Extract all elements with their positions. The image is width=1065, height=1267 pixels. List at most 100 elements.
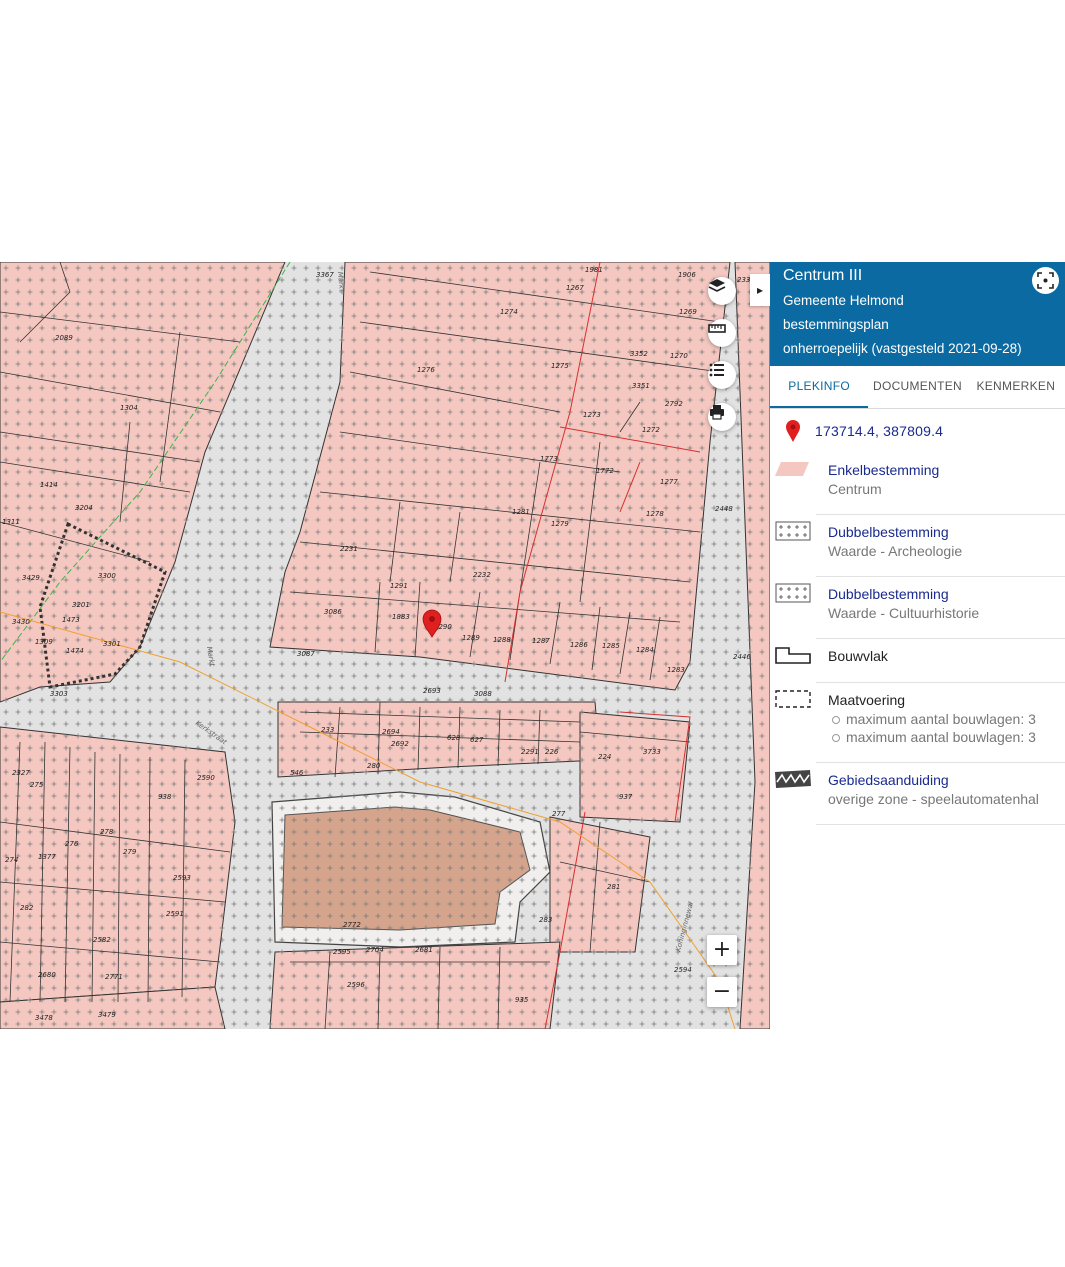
parcel-number-label: 2593: [173, 874, 191, 882]
legend-title[interactable]: Gebiedsaanduiding: [828, 771, 1065, 790]
legend-item-archeologie[interactable]: Dubbelbestemming Waarde - Archeologie: [770, 515, 1065, 577]
parcel-number-label: 276: [65, 840, 79, 848]
legend-item-bouwvlak[interactable]: Bouwvlak: [770, 639, 1065, 683]
pink-fill-swatch: [775, 462, 809, 476]
plan-status-label: onherroepelijk (vastgesteld 2021-09-28): [783, 341, 1022, 356]
legend-subtitle: Centrum: [828, 481, 882, 497]
parcel-number-label: 1289: [462, 634, 480, 642]
parcel-number-label: 2089: [55, 334, 73, 342]
parcel-number-label: 2694: [382, 728, 400, 736]
municipality-label: Gemeente Helmond: [783, 293, 904, 308]
zoom-out-button[interactable]: −: [707, 977, 737, 1007]
legend-item-cultuurhistorie[interactable]: Dubbelbestemming Waarde - Cultuurhistori…: [770, 577, 1065, 639]
parcel-number-label: 3352: [630, 350, 648, 358]
parcel-number-label: 1283: [667, 666, 685, 674]
parcel-number-label: 3300: [98, 572, 116, 580]
legend-title[interactable]: Dubbelbestemming: [828, 585, 1065, 604]
parcel-number-label: 935: [515, 996, 529, 1004]
measure-button[interactable]: [708, 319, 736, 347]
legend-item-enkelbestemming[interactable]: Enkelbestemming Centrum: [770, 453, 1065, 515]
parcel-number-label: 2596: [347, 981, 365, 989]
parcel-number-label: 2590: [197, 774, 215, 782]
parcel-number-label: 1309: [35, 638, 53, 646]
chevron-right-icon: ▸: [756, 283, 764, 297]
tab-plekinfo[interactable]: PLEKINFO: [770, 366, 869, 408]
parcel-number-label: 1772: [596, 467, 614, 475]
parcel-number-label: 2582: [93, 936, 111, 944]
legend-subtitle: Waarde - Archeologie: [828, 543, 963, 559]
parcel-number-label: 2291: [521, 748, 539, 756]
app-root: 3367 2089 1304 1414 1311 3204 3429 3300 3430 3201…: [0, 262, 1065, 1029]
parcel-number-label: 1279: [551, 520, 569, 528]
parcel-number-label: 1773: [540, 455, 558, 463]
parcel-number-label: 1291: [390, 582, 408, 590]
dashed-box-swatch: [775, 690, 811, 708]
legend-title: Bouwvlak: [828, 648, 888, 664]
cross-hatch-swatch: [775, 583, 811, 603]
parcel-number-label: 2594: [674, 966, 692, 974]
parcel-number-label: 1414: [40, 481, 58, 489]
parcel-number-label: 2680: [38, 971, 56, 979]
parcel-number-label: 2231: [340, 545, 358, 553]
legend-subitem: maximum aantal bouwlagen: 3: [828, 710, 1065, 728]
legend-button[interactable]: [708, 361, 736, 389]
zoom-in-button[interactable]: +: [707, 935, 737, 965]
parcel-number-label: 2232: [473, 571, 491, 579]
parcel-number-label: 546: [290, 769, 304, 777]
parcel-number-label: 279: [123, 848, 137, 856]
info-panel: Centrum III Gemeente Helmond bestemmings…: [770, 262, 1065, 1029]
parcel-number-label: 1267: [566, 284, 584, 292]
layers-button[interactable]: [708, 277, 736, 305]
parcel-number-label: 2704: [366, 946, 384, 954]
list-icon: [709, 363, 724, 377]
parcel-number-label: 1304: [120, 404, 138, 412]
ruler-icon: [708, 324, 726, 333]
legend-title[interactable]: Enkelbestemming: [828, 461, 1065, 480]
map-view[interactable]: 3367 2089 1304 1414 1311 3204 3429 3300 3430 3201…: [0, 262, 770, 1029]
parcel-number-label: 1273: [583, 411, 601, 419]
legend-item-maatvoering[interactable]: Maatvoering maximum aantal bouwlagen: 3 …: [770, 683, 1065, 763]
legend-list: Enkelbestemming Centrum Dubbelbestemming…: [770, 453, 1065, 825]
fullscreen-button[interactable]: [1032, 267, 1059, 294]
parcel-number-label: 2792: [665, 400, 683, 408]
parcel-number-label: 3088: [474, 690, 492, 698]
parcel-number-label: 226: [545, 748, 559, 756]
parcel-number-label: 2591: [166, 910, 184, 918]
parcel-number-label: 2595: [333, 948, 351, 956]
plan-title: Centrum III: [783, 267, 863, 284]
fullscreen-icon: [1037, 272, 1054, 289]
legend-title: Maatvoering: [828, 692, 906, 708]
parcel-number-label: 3367: [316, 271, 334, 279]
parcel-number-label: 3204: [75, 504, 93, 512]
parcel-number-label: 3429: [22, 574, 40, 582]
panel-tabs: PLEKINFO DOCUMENTEN KENMERKEN: [770, 366, 1065, 409]
parcel-number-label: 1981: [585, 266, 603, 274]
zigzag-band-swatch: [775, 770, 811, 788]
parcel-number-label: 1278: [646, 510, 664, 518]
parcel-number-label: 2693: [423, 687, 441, 695]
parcel-number-label: 2446: [733, 653, 751, 661]
legend-item-gebiedsaanduiding[interactable]: Gebiedsaanduiding overige zone - speelau…: [770, 763, 1065, 825]
parcel-number-label: 278: [100, 828, 114, 836]
parcel-number-label: 280: [367, 762, 381, 770]
tab-documenten[interactable]: DOCUMENTEN: [868, 366, 966, 408]
parcel-number-label: 2681: [415, 946, 433, 954]
tab-kenmerken[interactable]: KENMERKEN: [967, 366, 1065, 408]
legend-title[interactable]: Dubbelbestemming: [828, 523, 1065, 542]
parcel-number-label: 233: [321, 726, 334, 734]
parcel-number-label: 1906: [678, 271, 696, 279]
print-button[interactable]: [708, 403, 736, 431]
coordinates-value[interactable]: 173714.4, 387809.4: [815, 423, 943, 439]
parcel-number-label: 3430: [12, 618, 30, 626]
bullet-icon: [832, 716, 840, 725]
cross-hatch-swatch: [775, 521, 811, 541]
parcel-number-label: 1272: [642, 426, 660, 434]
parcel-number-label: 3086: [324, 608, 342, 616]
parcel-number-label: 2772: [343, 921, 361, 929]
map-canvas[interactable]: 3367 2089 1304 1414 1311 3204 3429 3300 3430 3201…: [0, 262, 770, 1029]
panel-collapse-toggle[interactable]: ▸: [750, 274, 770, 306]
parcel-number-label: 277: [552, 810, 566, 818]
parcel-number-label: 1269: [679, 308, 697, 316]
parcel-number-label: 1275: [551, 362, 569, 370]
legend-subtitle: overige zone - speelautomatenhal: [828, 791, 1039, 807]
